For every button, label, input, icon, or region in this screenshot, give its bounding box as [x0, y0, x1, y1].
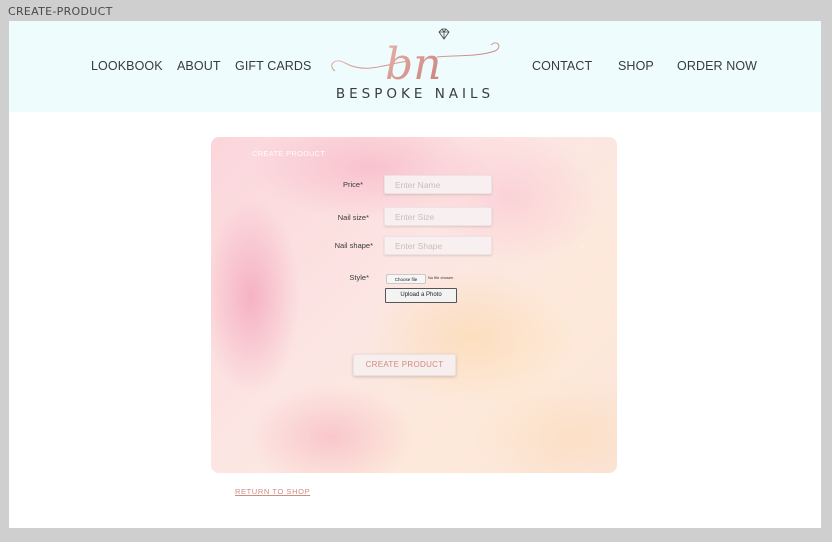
nail-size-label: Nail size* [337, 213, 369, 222]
no-file-text: No file chosen [428, 275, 454, 280]
site-header: LOOKBOOK ABOUT GIFT CARDS bn BESPOKE NAI… [9, 21, 821, 112]
brand-logo[interactable]: bn BESPOKE NAILS [327, 27, 503, 105]
diamond-icon [438, 28, 450, 40]
return-to-shop-link[interactable]: RETURN TO SHOP [235, 487, 310, 496]
price-label: Price* [342, 180, 363, 189]
brand-name: BESPOKE NAILS [335, 86, 495, 102]
upload-photo-button[interactable]: Upload a Photo [385, 288, 457, 303]
nav-contact[interactable]: CONTACT [532, 59, 592, 73]
chevron-right-icon: › [581, 244, 584, 251]
card-heading: CREATE PRODUCT [252, 149, 326, 158]
create-product-button[interactable]: CREATE PRODUCT [353, 354, 456, 376]
nav-about[interactable]: ABOUT [177, 59, 221, 73]
nail-shape-label: Nail shape* [334, 241, 373, 250]
nail-size-input[interactable] [384, 207, 492, 226]
nav-lookbook[interactable]: LOOKBOOK [91, 59, 163, 73]
page: LOOKBOOK ABOUT GIFT CARDS bn BESPOKE NAI… [9, 21, 821, 528]
choose-file-button[interactable]: Choose file [386, 274, 426, 284]
nav-order-now[interactable]: ORDER NOW [677, 59, 757, 73]
nail-shape-input[interactable] [384, 236, 492, 255]
nav-shop[interactable]: SHOP [618, 59, 654, 73]
create-product-card: CREATE PRODUCT Price* Nail size* Nail sh… [211, 137, 617, 473]
logo-swirl-graphic: bn [331, 39, 500, 90]
frame-title: CREATE-PRODUCT [8, 5, 113, 18]
style-label: Style* [349, 273, 369, 282]
logo-monogram: bn [385, 39, 442, 87]
price-input[interactable] [384, 175, 492, 194]
nav-gift-cards[interactable]: GIFT CARDS [235, 59, 311, 73]
